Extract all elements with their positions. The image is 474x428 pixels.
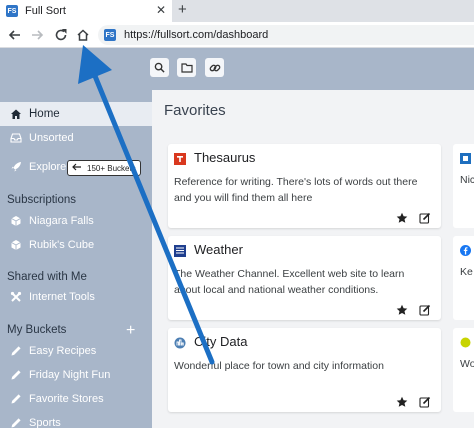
sidebar-item-easy-recipes[interactable]: Easy Recipes xyxy=(0,339,152,363)
blue-square-icon xyxy=(460,153,471,164)
arrow-left-icon xyxy=(72,163,82,174)
sidebar-item-internet-tools[interactable]: Internet Tools xyxy=(0,285,152,309)
facebook-icon xyxy=(460,245,471,256)
pencil-icon xyxy=(10,369,22,381)
search-icon xyxy=(154,62,165,73)
page-title: Favorites xyxy=(164,102,226,119)
sidebar-item-label: Easy Recipes xyxy=(29,345,97,357)
tab-title: Full Sort xyxy=(25,5,66,17)
cube-icon xyxy=(10,215,22,227)
green-dot-icon xyxy=(460,337,471,348)
folder-button[interactable] xyxy=(177,58,196,77)
url-field[interactable]: FS https://fullsort.com/dashboard xyxy=(98,25,474,45)
sidebar-item-label: Niagara Falls xyxy=(29,215,94,227)
pencil-icon xyxy=(10,345,22,357)
folder-icon xyxy=(180,63,193,73)
edit-icon[interactable] xyxy=(419,212,431,224)
bookmark-card-city-data[interactable]: City Data Wonderful place for town and c… xyxy=(168,328,441,412)
sidebar-item-niagara-falls[interactable]: Niagara Falls xyxy=(0,209,152,233)
home-icon[interactable] xyxy=(74,26,92,44)
card-title: Thesaurus xyxy=(194,150,256,165)
bookmark-card-partial[interactable]: Ke xyxy=(453,236,474,320)
cube-icon xyxy=(10,239,22,251)
fullsort-favicon-icon: FS xyxy=(6,5,18,17)
sidebar-item-label: Internet Tools xyxy=(29,291,95,303)
bookmark-card-partial[interactable]: Wo xyxy=(453,328,474,412)
forward-arrow-icon[interactable] xyxy=(28,26,46,44)
card-title: Weather xyxy=(194,242,243,257)
sidebar-item-label: Sports xyxy=(29,417,61,428)
bookmark-card-weather[interactable]: Weather The Weather Channel. Excellent w… xyxy=(168,236,441,320)
sidebar-item-sports[interactable]: Sports xyxy=(0,411,152,428)
pencil-icon xyxy=(10,393,22,405)
home-icon xyxy=(10,108,22,120)
card-description: Nic xyxy=(460,174,474,186)
back-arrow-icon[interactable] xyxy=(6,26,24,44)
star-icon[interactable] xyxy=(396,212,408,224)
bookmark-card-thesaurus[interactable]: Thesaurus Reference for writing. There's… xyxy=(168,144,441,228)
browser-tab[interactable]: FS Full Sort ✕ xyxy=(0,0,172,22)
my-buckets-header: My Buckets xyxy=(7,324,67,336)
card-description: Ke xyxy=(460,266,473,278)
bookmark-card-partial[interactable]: Nic xyxy=(453,144,474,228)
sidebar-item-label: Unsorted xyxy=(29,132,74,144)
sidebar-item-unsorted[interactable]: Unsorted xyxy=(0,126,152,150)
browser-tab-bar: FS Full Sort ✕ + xyxy=(0,0,474,22)
sidebar: Home Unsorted Explore 150+ Buckets Subsc… xyxy=(0,90,152,428)
pencil-icon xyxy=(10,417,22,428)
sidebar-item-label: Rubik's Cube xyxy=(29,239,95,251)
sidebar-item-friday-night-fun[interactable]: Friday Night Fun xyxy=(0,363,152,387)
weather-channel-icon xyxy=(174,245,186,257)
card-description: Reference for writing. There's lots of w… xyxy=(174,176,418,204)
fullsort-favicon-icon: FS xyxy=(104,29,116,41)
card-title: City Data xyxy=(194,334,248,349)
add-bucket-button[interactable]: + xyxy=(126,322,135,340)
thesaurus-icon xyxy=(174,153,186,165)
edit-icon[interactable] xyxy=(419,304,431,316)
sidebar-item-label: Favorite Stores xyxy=(29,393,104,405)
edit-icon[interactable] xyxy=(419,396,431,408)
sidebar-item-label: Home xyxy=(29,108,60,120)
close-tab-icon[interactable]: ✕ xyxy=(156,3,166,17)
url-text: https://fullsort.com/dashboard xyxy=(124,29,269,41)
browser-address-bar: FS https://fullsort.com/dashboard xyxy=(0,22,474,48)
subscriptions-header: Subscriptions xyxy=(7,194,77,206)
tools-icon xyxy=(10,291,22,303)
sidebar-item-rubiks-cube[interactable]: Rubik's Cube xyxy=(0,233,152,257)
main-content: Favorites Thesaurus Reference for writin… xyxy=(152,90,474,428)
inbox-icon xyxy=(10,132,22,144)
city-data-icon xyxy=(174,337,186,349)
star-icon[interactable] xyxy=(396,396,408,408)
star-icon[interactable] xyxy=(396,304,408,316)
link-button[interactable] xyxy=(205,58,224,77)
rocket-icon xyxy=(10,161,22,173)
app-toolbar xyxy=(0,48,474,90)
tooltip-text: 150+ Buckets xyxy=(87,163,136,173)
explore-tooltip: 150+ Buckets xyxy=(67,160,141,176)
shared-header: Shared with Me xyxy=(7,271,87,283)
sidebar-item-favorite-stores[interactable]: Favorite Stores xyxy=(0,387,152,411)
sidebar-item-label: Explore xyxy=(29,161,67,173)
reload-icon[interactable] xyxy=(52,26,70,44)
card-description: Wo xyxy=(460,358,474,370)
search-button[interactable] xyxy=(150,58,169,77)
card-description: The Weather Channel. Excellent web site … xyxy=(174,268,405,296)
new-tab-button[interactable]: + xyxy=(178,1,187,18)
sidebar-item-label: Friday Night Fun xyxy=(29,369,111,381)
card-description: Wonderful place for town and city inform… xyxy=(174,360,384,372)
sidebar-item-home[interactable]: Home xyxy=(0,102,152,126)
link-icon xyxy=(209,64,220,71)
